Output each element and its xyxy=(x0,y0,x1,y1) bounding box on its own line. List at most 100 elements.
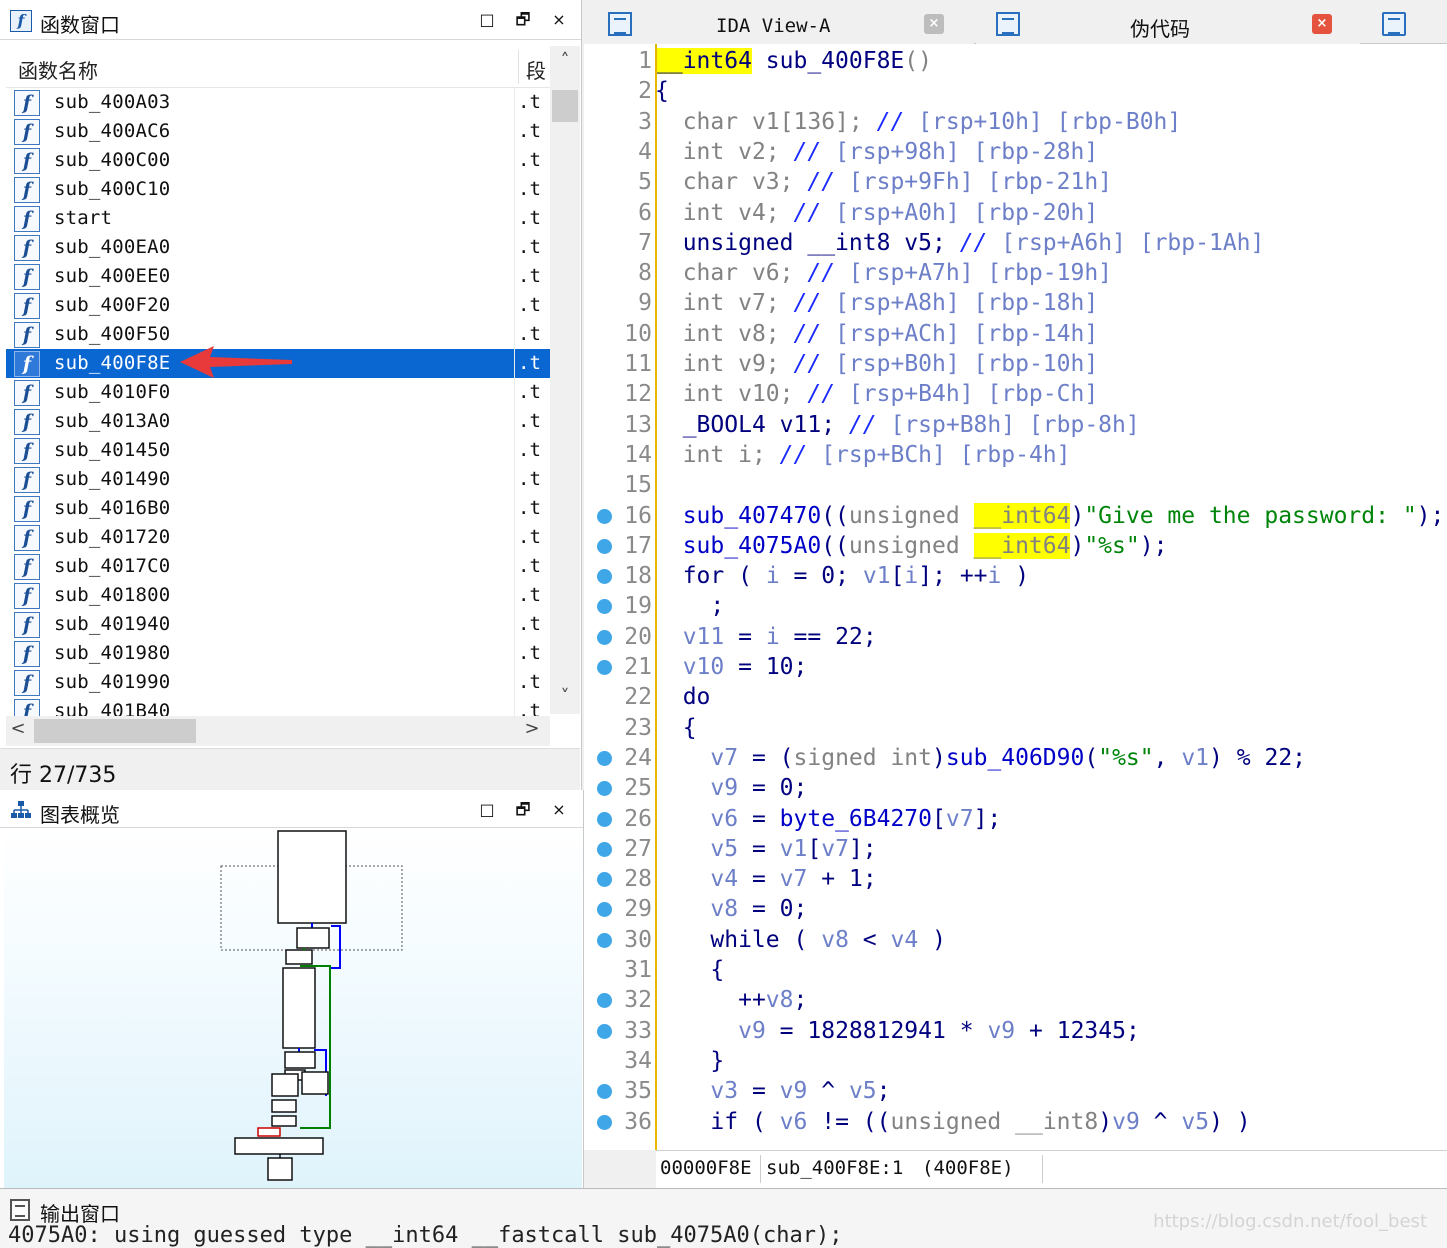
function-list-row[interactable]: f sub_400C00 .t xyxy=(6,146,550,175)
function-list-row[interactable]: f sub_401800 .t xyxy=(6,581,550,610)
code-line[interactable]: 26 v6 = byte_6B4270[v7]; xyxy=(584,804,1447,834)
tab-pseudocode[interactable]: 伪代码 × xyxy=(976,4,1360,44)
breakpoint-dot-icon[interactable] xyxy=(597,1084,612,1100)
code-line[interactable]: 27 v5 = v1[v7]; xyxy=(584,834,1447,864)
float-button[interactable]: 🗗 xyxy=(512,8,534,32)
function-list-row[interactable]: f sub_4010F0 .t xyxy=(6,378,550,407)
breakpoint-dot-icon[interactable] xyxy=(597,629,612,645)
function-list-row[interactable]: f sub_400F20 .t xyxy=(6,291,550,320)
function-list-row[interactable]: f sub_401940 .t xyxy=(6,610,550,639)
code-line[interactable]: 5 char v3; // [rsp+9Fh] [rbp-21h] xyxy=(584,167,1447,197)
pseudocode-view[interactable]: 1 __int64 sub_400F8E() 2{3 char v1[136]; /… xyxy=(584,44,1447,1150)
column-divider[interactable] xyxy=(518,50,519,84)
close-button[interactable]: × xyxy=(548,798,570,822)
horizontal-scrollbar[interactable]: < > xyxy=(6,716,550,746)
code-line[interactable]: 8 char v6; // [rsp+A7h] [rbp-19h] xyxy=(584,258,1447,288)
code-line[interactable]: 25 v9 = 0; xyxy=(584,773,1447,803)
code-line[interactable]: 33 v9 = 1828812941 * v9 + 12345; xyxy=(584,1016,1447,1046)
tab-ida-view-a[interactable]: IDA View-A × xyxy=(584,4,974,44)
breakpoint-dot-icon[interactable] xyxy=(597,538,612,554)
function-list-row[interactable]: f sub_400A03 .t xyxy=(6,88,550,117)
function-list-row[interactable]: f sub_400EA0 .t xyxy=(6,233,550,262)
code-line[interactable]: 2{ xyxy=(584,76,1447,106)
scroll-left-icon[interactable]: < xyxy=(6,718,30,739)
code-line[interactable]: 30 while ( v8 < v4 ) xyxy=(584,925,1447,955)
function-list-row[interactable]: f sub_401450 .t xyxy=(6,436,550,465)
code-line[interactable]: 10 int v8; // [rsp+ACh] [rbp-14h] xyxy=(584,319,1447,349)
function-list-row[interactable]: f sub_4013A0 .t xyxy=(6,407,550,436)
function-list-row[interactable]: f sub_4017C0 .t xyxy=(6,552,550,581)
code-line[interactable]: 15 xyxy=(584,470,1447,500)
code-line[interactable]: 6 int v4; // [rsp+A0h] [rbp-20h] xyxy=(584,198,1447,228)
restore-button[interactable]: □ xyxy=(476,798,498,822)
scroll-right-icon[interactable]: > xyxy=(520,718,544,739)
code-line[interactable]: 31 { xyxy=(584,955,1447,985)
breakpoint-dot-icon[interactable] xyxy=(597,660,612,675)
breakpoint-dot-icon[interactable] xyxy=(597,932,612,948)
code-line[interactable]: 17 sub_4075A0((unsigned __int64)"%s"); xyxy=(584,531,1447,561)
vertical-scrollbar[interactable]: ˄ ˅ xyxy=(550,46,580,714)
code-line[interactable]: 18 for ( i = 0; v1[i]; ++i ) xyxy=(584,561,1447,591)
function-list-row[interactable]: f sub_401490 .t xyxy=(6,465,550,494)
graph-overview-canvas[interactable] xyxy=(4,828,582,1188)
code-line[interactable]: 4 int v2; // [rsp+98h] [rbp-28h] xyxy=(584,137,1447,167)
float-button[interactable]: 🗗 xyxy=(512,798,534,822)
function-list-row[interactable]: f sub_400AC6 .t xyxy=(6,117,550,146)
restore-button[interactable]: □ xyxy=(476,8,498,32)
code-line[interactable]: 19 ; xyxy=(584,591,1447,621)
function-list-row[interactable]: f sub_401980 .t xyxy=(6,639,550,668)
breakpoint-dot-icon[interactable] xyxy=(597,1114,612,1130)
code-line[interactable]: 3 char v1[136]; // [rsp+10h] [rbp-B0h] xyxy=(584,107,1447,137)
function-list-row[interactable]: f start .t xyxy=(6,204,550,233)
function-list-row[interactable]: f sub_401720 .t xyxy=(6,523,550,552)
code-line[interactable]: 14 int i; // [rsp+BCh] [rbp-4h] xyxy=(584,440,1447,470)
code-line[interactable]: 36 if ( v6 != ((unsigned __int8)v9 ^ v5)… xyxy=(584,1107,1447,1137)
tab-close-icon[interactable]: × xyxy=(1312,14,1332,34)
tab-more[interactable] xyxy=(1364,4,1424,44)
breakpoint-dot-icon[interactable] xyxy=(597,1023,612,1039)
scroll-thumb-horizontal[interactable] xyxy=(34,719,196,743)
code-line[interactable]: 23 { xyxy=(584,713,1447,743)
breakpoint-dot-icon[interactable] xyxy=(597,599,612,615)
code-line[interactable]: 29 v8 = 0; xyxy=(584,894,1447,924)
code-line[interactable]: 28 v4 = v7 + 1; xyxy=(584,864,1447,894)
code-line[interactable]: 35 v3 = v9 ^ v5; xyxy=(584,1076,1447,1106)
breakpoint-dot-icon[interactable] xyxy=(597,508,612,524)
breakpoint-dot-icon[interactable] xyxy=(597,811,612,827)
graph-overview-window: 图表概览 □ 🗗 × xyxy=(0,790,584,1188)
code-line[interactable]: 1 __int64 sub_400F8E() xyxy=(584,46,1447,76)
code-line[interactable]: 24 v7 = (signed int)sub_406D90("%s", v1)… xyxy=(584,743,1447,773)
function-list[interactable]: f sub_400A03 .t f sub_400AC6 .t f sub_400C00 .t f… xyxy=(6,88,550,716)
breakpoint-dot-icon[interactable] xyxy=(597,993,612,1009)
breakpoint-dot-icon[interactable] xyxy=(597,569,612,585)
scroll-up-icon[interactable]: ˄ xyxy=(550,50,580,72)
function-list-row[interactable]: f sub_401990 .t xyxy=(6,668,550,697)
function-list-row[interactable]: f sub_400EE0 .t xyxy=(6,262,550,291)
code-line[interactable]: 16 sub_407470((unsigned __int64)"Give me… xyxy=(584,501,1447,531)
code-line[interactable]: 20 v11 = i == 22; xyxy=(584,622,1447,652)
tab-label: IDA View-A xyxy=(716,15,831,37)
code-line[interactable]: 12 int v10; // [rsp+B4h] [rbp-Ch] xyxy=(584,379,1447,409)
code-line[interactable]: 22 do xyxy=(584,682,1447,712)
function-list-row[interactable]: f sub_400C10 .t xyxy=(6,175,550,204)
code-line[interactable]: 11 int v9; // [rsp+B0h] [rbp-10h] xyxy=(584,349,1447,379)
tab-close-icon[interactable]: × xyxy=(924,14,944,34)
code-line[interactable]: 32 ++v8; xyxy=(584,985,1447,1015)
breakpoint-dot-icon[interactable] xyxy=(597,781,612,797)
close-button[interactable]: × xyxy=(548,8,570,32)
code-line[interactable]: 13 _BOOL4 v11; // [rsp+B8h] [rbp-8h] xyxy=(584,410,1447,440)
scroll-thumb[interactable] xyxy=(552,90,578,122)
code-line[interactable]: 9 int v7; // [rsp+A8h] [rbp-18h] xyxy=(584,288,1447,318)
breakpoint-dot-icon[interactable] xyxy=(597,902,612,918)
column-header-segment[interactable]: 段 xyxy=(526,55,546,84)
breakpoint-dot-icon[interactable] xyxy=(597,872,612,888)
code-line[interactable]: 7 unsigned __int8 v5; // [rsp+A6h] [rbp-… xyxy=(584,228,1447,258)
breakpoint-dot-icon[interactable] xyxy=(597,841,612,857)
code-line[interactable]: 21 v10 = 10; xyxy=(584,652,1447,682)
scroll-down-icon[interactable]: ˅ xyxy=(550,686,580,708)
breakpoint-dot-icon[interactable] xyxy=(597,750,612,766)
code-line[interactable]: 34 } xyxy=(584,1046,1447,1076)
function-list-row[interactable]: f sub_4016B0 .t xyxy=(6,494,550,523)
column-header-function-name[interactable]: 函数名称 xyxy=(18,55,98,84)
function-list-row[interactable]: f sub_401B40 .t xyxy=(6,697,550,716)
